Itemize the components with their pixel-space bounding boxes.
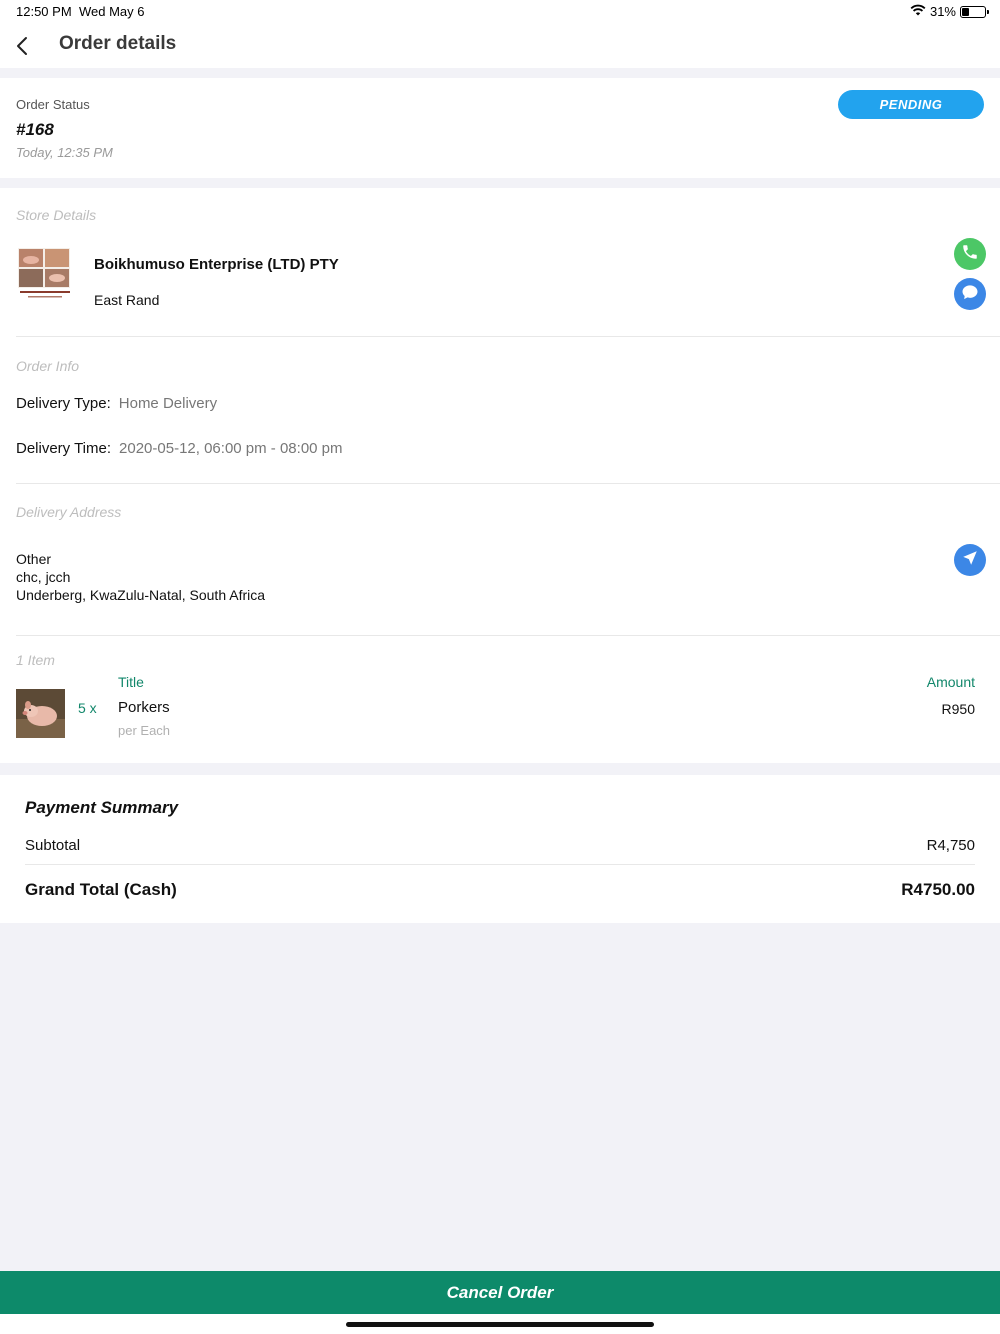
delivery-address-heading: Delivery Address bbox=[16, 504, 122, 520]
item-unit: per Each bbox=[118, 723, 171, 738]
column-title: Title bbox=[118, 674, 144, 690]
order-time: Today, 12:35 PM bbox=[16, 145, 113, 160]
status-badge: PENDING bbox=[838, 90, 984, 119]
subtotal-label: Subtotal bbox=[25, 837, 81, 854]
battery-percent: 31% bbox=[929, 4, 956, 19]
delivery-time-label: Delivery Time: bbox=[16, 440, 112, 457]
page-title: Order details bbox=[59, 33, 177, 54]
item-count: 1 Item bbox=[16, 652, 55, 668]
subtotal-value: R4,750 bbox=[926, 837, 975, 854]
store-logo bbox=[16, 247, 74, 301]
address-line-3: Underberg, KwaZulu-Natal, South Africa bbox=[16, 587, 266, 603]
delivery-type-row: Delivery Type: Home Delivery bbox=[16, 395, 217, 412]
order-number: #168 bbox=[16, 120, 54, 139]
grand-total-value: R4750.00 bbox=[901, 880, 975, 899]
grand-total-label: Grand Total (Cash) bbox=[25, 880, 177, 899]
delivery-time-value: 2020-05-12, 06:00 pm - 08:00 pm bbox=[119, 440, 343, 457]
divider bbox=[25, 864, 975, 865]
delivery-type-value: Home Delivery bbox=[118, 395, 218, 412]
home-indicator[interactable] bbox=[346, 1322, 654, 1327]
item-name: Porkers bbox=[118, 699, 170, 716]
navigation-arrow-icon bbox=[961, 549, 979, 572]
navigate-button[interactable] bbox=[954, 544, 986, 576]
column-amount: Amount bbox=[926, 674, 975, 690]
store-name: Boikhumuso Enterprise (LTD) PTY bbox=[94, 256, 339, 273]
store-area: East Rand bbox=[94, 292, 160, 308]
order-info-heading: Order Info bbox=[16, 358, 80, 374]
delivery-type-label: Delivery Type: bbox=[16, 395, 111, 412]
divider bbox=[16, 336, 1000, 337]
wifi-icon bbox=[910, 4, 926, 19]
battery-icon bbox=[960, 5, 989, 18]
payment-summary-card: Payment Summary Subtotal R4,750 Grand To… bbox=[0, 775, 1000, 923]
payment-summary-title: Payment Summary bbox=[25, 798, 179, 817]
order-status-card: Order Status #168 Today, 12:35 PM PENDIN… bbox=[0, 78, 1000, 178]
order-details-card: Store Details Boikhumuso Enterprise (LTD… bbox=[0, 188, 1000, 763]
item-quantity: 5 x bbox=[78, 700, 97, 716]
item-price: R950 bbox=[941, 701, 975, 717]
chat-bubble-icon bbox=[960, 282, 980, 307]
status-date: Wed May 6 bbox=[79, 4, 145, 19]
divider bbox=[16, 483, 1000, 484]
address-line-2: chc, jcch bbox=[16, 569, 71, 585]
order-status-label: Order Status bbox=[16, 97, 90, 112]
divider bbox=[16, 635, 1000, 636]
address-line-1: Other bbox=[16, 551, 52, 567]
chat-store-button[interactable] bbox=[954, 278, 986, 310]
item-image bbox=[16, 689, 65, 738]
store-details-heading: Store Details bbox=[16, 207, 97, 223]
status-bar: 12:50 PM Wed May 6 31% bbox=[0, 0, 1000, 24]
status-time: 12:50 PM bbox=[16, 4, 72, 19]
chevron-left-icon[interactable] bbox=[12, 33, 36, 59]
status-right: 31% bbox=[910, 4, 989, 19]
phone-icon bbox=[961, 243, 979, 266]
call-store-button[interactable] bbox=[954, 238, 986, 270]
home-indicator-area bbox=[0, 1314, 1000, 1334]
nav-bar: Order details bbox=[0, 24, 1000, 68]
cancel-order-button[interactable]: Cancel Order bbox=[0, 1271, 1000, 1314]
delivery-time-row: Delivery Time: 2020-05-12, 06:00 pm - 08:… bbox=[16, 440, 343, 457]
